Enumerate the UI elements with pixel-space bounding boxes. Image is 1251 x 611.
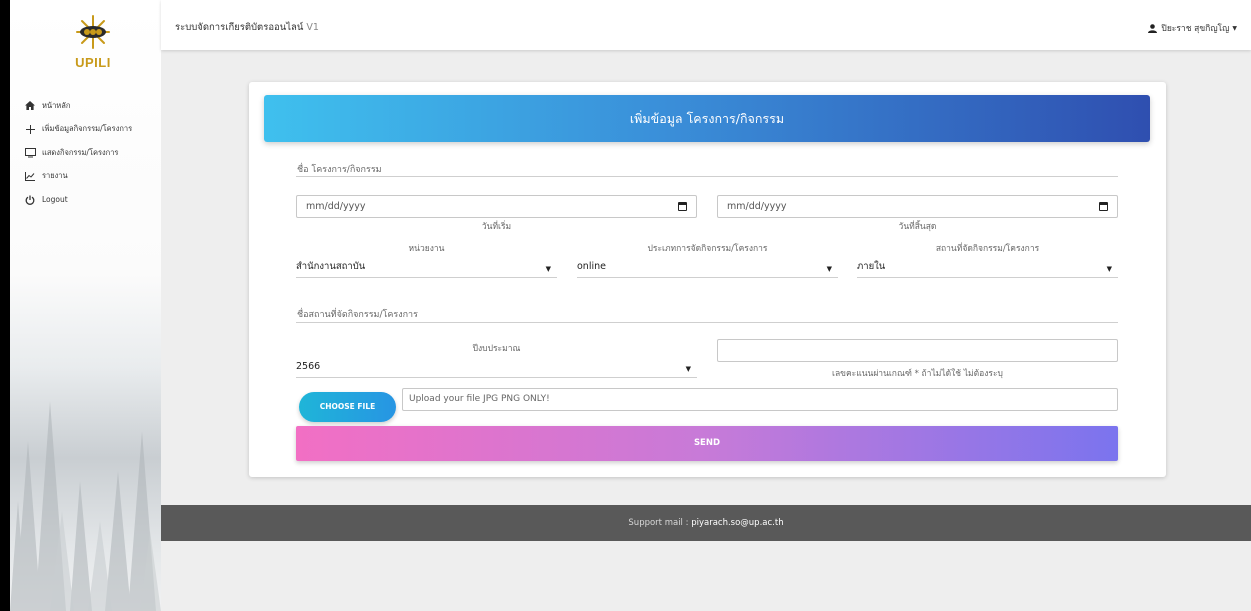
plus-icon <box>24 124 36 134</box>
end-date-caption: วันที่สิ้นสุด <box>898 222 937 232</box>
sidebar-item-report[interactable]: รายงาน <box>24 165 161 189</box>
chevron-down-icon: ▼ <box>1232 24 1237 32</box>
location-type-select-value: ภายใน <box>857 261 886 272</box>
home-icon <box>24 101 36 111</box>
venue-field[interactable]: ชื่อสถานที่จัดกิจกรรม/โครงการ <box>297 307 418 321</box>
unit-select-value: สำนักงานสถาบัน <box>296 261 366 272</box>
sidebar-item-logout[interactable]: Logout <box>24 188 161 212</box>
card-header: เพิ่มข้อมูล โครงการ/กิจกรรม <box>264 95 1150 142</box>
sidebar-item-label: แสดงกิจกรรม/โครงการ <box>42 147 119 157</box>
passing-score-input[interactable] <box>717 339 1118 362</box>
location-type-label: สถานที่จัดกิจกรรม/โครงการ <box>935 244 1040 254</box>
type-label: ประเภทการจัดกิจกรรม/โครงการ <box>647 244 768 254</box>
sidebar-item-label: เพิ่มข้อมูลกิจกรรม/โครงการ <box>42 124 133 134</box>
budget-year-select[interactable]: 2566 ▼ <box>296 358 697 378</box>
calendar-icon[interactable] <box>1099 202 1108 211</box>
file-upload-placeholder: Upload your file JPG PNG ONLY! <box>409 394 550 404</box>
dropdown-caret-icon: ▼ <box>545 265 551 273</box>
end-date-input[interactable]: mm/dd/yyyy <box>717 195 1118 218</box>
user-icon <box>1148 23 1158 33</box>
app-title-text: ระบบจัดการเกียรติบัตรออนไลน์ <box>175 22 304 33</box>
power-icon <box>24 195 36 205</box>
logo[interactable]: UPILI <box>63 14 123 70</box>
app-title[interactable]: ระบบจัดการเกียรติบัตรออนไลน์ V1 <box>175 20 319 35</box>
type-select-value: online <box>577 261 606 272</box>
app-version: V1 <box>306 22 319 33</box>
window-edge <box>0 0 10 611</box>
sidebar-item-home[interactable]: หน้าหลัก <box>24 94 161 118</box>
chart-icon <box>24 171 36 181</box>
send-button[interactable]: SEND <box>296 426 1118 461</box>
top-navbar: ระบบจัดการเกียรติบัตรออนไลน์ V1 ปิยะราช … <box>161 0 1251 50</box>
type-select[interactable]: online ▼ <box>577 258 838 278</box>
monitor-icon <box>24 147 36 158</box>
passing-score-caption: เลขคะแนนผ่านเกณฑ์ * ถ้าไม่ได้ใช้ ไม่ต้อง… <box>832 369 1003 379</box>
sidebar-item-add-project[interactable]: เพิ่มข้อมูลกิจกรรม/โครงการ <box>24 118 161 142</box>
budget-year-label: ปีงบประมาณ <box>472 344 521 354</box>
dropdown-caret-icon: ▼ <box>826 265 832 273</box>
sidebar-item-show-projects[interactable]: แสดงกิจกรรม/โครงการ <box>24 141 161 165</box>
unit-label: หน่วยงาน <box>408 244 445 254</box>
dropdown-caret-icon: ▼ <box>1106 265 1112 273</box>
sidebar-item-label: หน้าหลัก <box>42 100 71 110</box>
end-date-placeholder: mm/dd/yyyy <box>727 201 787 212</box>
user-menu[interactable]: ปิยะราช สุขกิญโญ ▼ <box>1148 21 1237 35</box>
choose-file-button[interactable]: CHOOSE FILE <box>299 392 396 422</box>
start-date-input[interactable]: mm/dd/yyyy <box>296 195 697 218</box>
sidebar-nav: หน้าหลัก เพิ่มข้อมูลกิจกรรม/โครงการ แสดง… <box>24 94 161 212</box>
forest-background <box>10 401 161 611</box>
project-name-underline <box>296 176 1118 177</box>
start-date-placeholder: mm/dd/yyyy <box>306 201 366 212</box>
support-email-link[interactable]: piyarach.so@up.ac.th <box>691 518 783 528</box>
footer: Support mail : piyarach.so@up.ac.th <box>161 505 1251 541</box>
budget-year-value: 2566 <box>296 361 321 372</box>
footer-prefix: Support mail : <box>628 518 689 528</box>
logo-text: UPILI <box>75 55 111 70</box>
unit-select[interactable]: สำนักงานสถาบัน ▼ <box>296 258 557 278</box>
sidebar-item-label: Logout <box>42 195 68 205</box>
sidebar: UPILI หน้าหลัก เพิ่มข้อมูลกิจกรรม/โครงกา… <box>10 0 161 611</box>
project-name-field[interactable]: ชื่อ โครงการ/กิจกรรม <box>297 162 382 176</box>
file-upload-input[interactable]: Upload your file JPG PNG ONLY! <box>402 388 1118 411</box>
logo-emblem-icon <box>76 15 110 49</box>
calendar-icon[interactable] <box>678 202 687 211</box>
venue-underline <box>296 322 1118 323</box>
dropdown-caret-icon: ▼ <box>685 365 691 373</box>
start-date-caption: วันที่เริ่ม <box>481 222 512 232</box>
sidebar-item-label: รายงาน <box>42 171 68 181</box>
location-type-select[interactable]: ภายใน ▼ <box>857 258 1118 278</box>
user-name: ปิยะราช สุขกิญโญ <box>1161 24 1230 34</box>
